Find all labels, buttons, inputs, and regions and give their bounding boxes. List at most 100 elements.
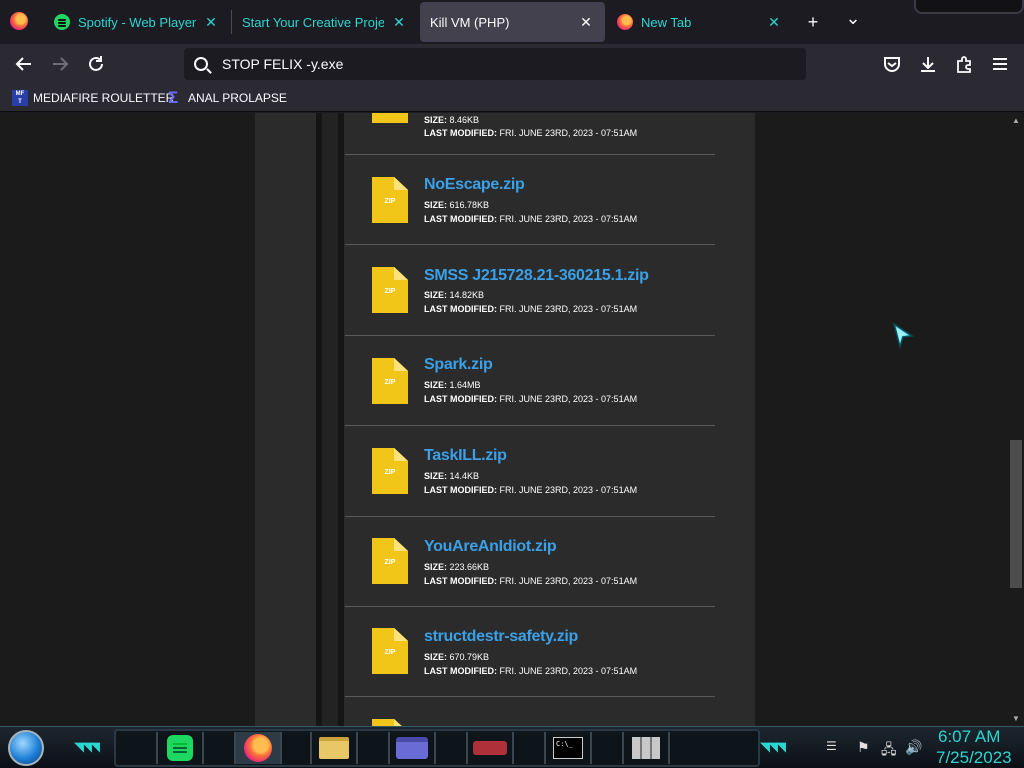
zip-file-icon: ZIP — [372, 358, 408, 404]
file-link[interactable]: Spark.zip — [424, 356, 493, 374]
taskbar-app-id-card[interactable] — [388, 732, 436, 764]
downloads-button[interactable] — [916, 52, 940, 76]
reload-button[interactable] — [84, 52, 108, 76]
back-arrow-icon — [15, 57, 31, 71]
zip-file-icon: ZIP — [372, 267, 408, 313]
file-row: ZIP SMSS J215728.21-360215.1.zip SIZE: 1… — [345, 246, 715, 336]
volume-icon[interactable]: 🔊 — [905, 739, 922, 756]
clock-time[interactable]: 6:07 AM — [938, 727, 1000, 747]
window-frame-decoration — [914, 0, 1024, 14]
action-center-flag-icon[interactable]: ⚑ — [857, 739, 870, 756]
clock-date[interactable]: 7/25/2023 — [936, 748, 1012, 768]
search-icon — [194, 57, 208, 71]
file-modified: LAST MODIFIED: FRI. JUNE 23RD, 2023 - 07… — [424, 485, 638, 495]
file-size: SIZE: 670.79KB — [424, 652, 490, 662]
file-size: SIZE: 8.46KB — [424, 115, 480, 125]
mouse-cursor-icon — [892, 322, 914, 350]
scrollbar-thumb[interactable] — [1010, 440, 1022, 588]
zip-file-icon: ZIP — [372, 448, 408, 494]
file-link[interactable]: SMSS J215728.21-360215.1.zip — [424, 267, 649, 285]
close-icon[interactable]: ✕ — [390, 13, 408, 31]
zip-file-icon: ZIP — [372, 113, 408, 123]
file-row: ZIP Spark.zip SIZE: 1.64MB LAST MODIFIED… — [345, 336, 715, 426]
spotify-icon — [167, 735, 193, 761]
reload-icon — [89, 56, 103, 71]
close-icon[interactable]: ✕ — [765, 13, 783, 31]
navigation-toolbar: STOP FELIX -y.exe — [0, 44, 1024, 84]
file-explorer-icon — [319, 737, 349, 759]
file-row — [345, 698, 715, 726]
scroll-up-arrow[interactable]: ▲ — [1008, 113, 1024, 127]
puzzle-icon — [957, 56, 971, 73]
scroll-down-arrow[interactable]: ▼ — [1008, 711, 1024, 725]
close-icon[interactable]: ✕ — [202, 13, 220, 31]
column-rail-inner — [322, 113, 338, 726]
weapon-icon — [473, 741, 507, 755]
firefox-icon — [244, 734, 272, 762]
tab-label: Start Your Creative Projects — [242, 14, 384, 30]
extensions-button[interactable] — [952, 52, 976, 76]
taskbar-app-spotify[interactable] — [156, 732, 204, 764]
bookmark-label: MEDIAFIRE ROULETTER — [33, 91, 175, 105]
start-button[interactable] — [8, 730, 44, 766]
tab-strip: Spotify - Web Player: M ✕ Start Your Cre… — [0, 0, 1024, 44]
file-size: SIZE: 616.78KB — [424, 200, 490, 210]
taskbar: ◥◥◥ C:\_ ◥◥◥ ☰ ⚑ 🖧 🔊 6:07 AM 7/25/2023 — [0, 726, 1024, 768]
file-size: SIZE: 14.4KB — [424, 471, 480, 481]
network-icon[interactable]: 🖧 — [881, 739, 897, 763]
file-modified: LAST MODIFIED: FRI. JUNE 23RD, 2023 - 07… — [424, 666, 638, 676]
file-modified: LAST MODIFIED: FRI. JUNE 23RD, 2023 - 07… — [424, 394, 638, 404]
zip-file-icon: ZIP — [372, 628, 408, 674]
scrollbar-track[interactable] — [1008, 113, 1024, 726]
firefox-menu-icon[interactable] — [10, 12, 28, 30]
file-row: ZIP YouAreAnIdiot.zip SIZE: 223.66KB LAS… — [345, 517, 715, 607]
taskbar-app-file-explorer[interactable] — [310, 732, 358, 764]
tab-label: Spotify - Web Player: M — [78, 14, 196, 30]
tab-kill-vm[interactable]: Kill VM (PHP) ✕ — [420, 2, 605, 42]
chevron-decoration-icon: ◥◥◥ — [74, 739, 100, 754]
file-link[interactable]: NoEscape.zip — [424, 176, 525, 194]
pocket-button[interactable] — [880, 52, 904, 76]
file-row: ZIP NoEscape.zip SIZE: 616.78KB LAST MOD… — [345, 155, 715, 245]
sigma-icon: Σ — [168, 88, 179, 107]
tab-new-tab[interactable]: New Tab ✕ — [607, 2, 793, 42]
hamburger-icon — [993, 58, 1007, 70]
pocket-icon — [884, 57, 900, 72]
taskbar-app-wall[interactable] — [622, 732, 670, 764]
url-input[interactable]: STOP FELIX -y.exe — [222, 56, 343, 72]
back-button[interactable] — [12, 52, 36, 76]
file-size: SIZE: 14.82KB — [424, 290, 485, 300]
url-bar[interactable]: STOP FELIX -y.exe — [184, 48, 806, 80]
file-modified: LAST MODIFIED: FRI. JUNE 23RD, 2023 - 07… — [424, 128, 638, 138]
command-prompt-icon: C:\_ — [553, 737, 583, 759]
file-link[interactable]: TaskILL.zip — [424, 447, 507, 465]
bookmark-label: ANAL PROLAPSE — [188, 91, 287, 105]
file-size: SIZE: 1.64MB — [424, 380, 481, 390]
new-tab-button[interactable]: + — [803, 12, 823, 32]
spotify-icon — [54, 14, 70, 30]
tray-lines-icon: ☰ — [826, 739, 837, 753]
close-icon[interactable]: ✕ — [577, 13, 595, 31]
bookmark-anal-prolapse[interactable]: Σ ANAL PROLAPSE — [168, 89, 287, 107]
tab-label: New Tab — [641, 14, 692, 30]
file-modified: LAST MODIFIED: FRI. JUNE 23RD, 2023 - 07… — [424, 304, 638, 314]
wall-icon — [632, 737, 660, 759]
taskbar-app-command-prompt[interactable]: C:\_ — [544, 732, 592, 764]
file-size: SIZE: 223.66KB — [424, 562, 490, 572]
file-modified: LAST MODIFIED: FRI. JUNE 23RD, 2023 - 07… — [424, 214, 638, 224]
file-link[interactable]: structdestr-safety.zip — [424, 628, 578, 646]
taskbar-app-weapon[interactable] — [466, 732, 514, 764]
list-all-tabs-button[interactable]: ⌄ — [843, 8, 863, 28]
file-row: ZIP structdestr-safety.zip SIZE: 670.79K… — [345, 607, 715, 697]
file-link[interactable]: YouAreAnIdiot.zip — [424, 538, 557, 556]
forward-arrow-icon — [53, 57, 69, 71]
forward-button[interactable] — [48, 52, 72, 76]
tab-creative-projects[interactable]: Start Your Creative Projects ✕ — [232, 2, 418, 42]
download-icon — [921, 57, 935, 72]
zip-file-icon — [372, 719, 408, 726]
zip-file-icon: ZIP — [372, 538, 408, 584]
menu-button[interactable] — [988, 52, 1012, 76]
tab-spotify[interactable]: Spotify - Web Player: M ✕ — [44, 2, 230, 42]
bookmark-mediafire[interactable]: MF T MEDIAFIRE ROULETTER — [12, 89, 174, 107]
taskbar-app-firefox[interactable] — [234, 732, 282, 764]
